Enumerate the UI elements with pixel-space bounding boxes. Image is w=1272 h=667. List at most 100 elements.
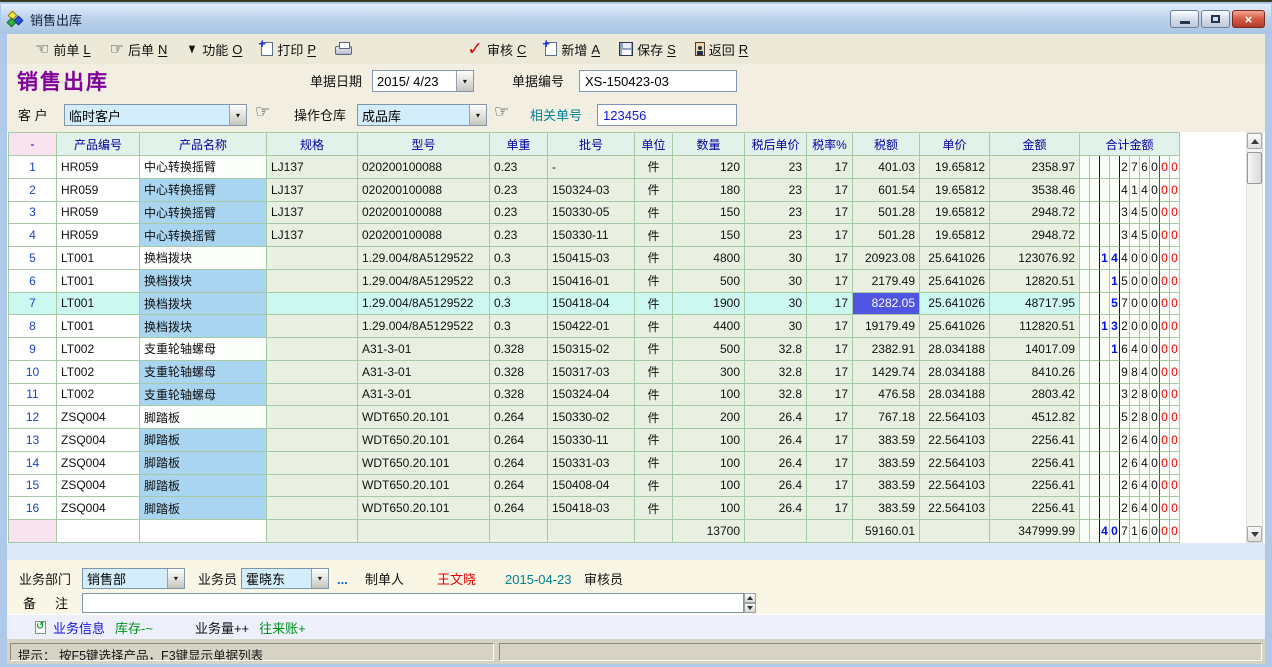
cell-code[interactable]: HR059 xyxy=(57,179,140,202)
cell-total-digit[interactable]: 0 xyxy=(1130,315,1140,338)
cell-total-digit[interactable] xyxy=(1100,338,1110,361)
cell-total-digit[interactable]: 9 xyxy=(1120,361,1130,384)
cell-batch[interactable]: 150331-03 xyxy=(548,452,635,475)
cell-total-digit[interactable]: 0 xyxy=(1170,429,1180,452)
cell-tax_rate[interactable]: 17 xyxy=(807,406,853,429)
cell-total-digit[interactable]: 0 xyxy=(1150,202,1160,225)
close-button[interactable]: × xyxy=(1232,10,1265,28)
cell-total-digit[interactable] xyxy=(1100,497,1110,520)
cell-total-digit[interactable]: 4 xyxy=(1140,475,1150,498)
cell-total-digit[interactable]: 0 xyxy=(1170,520,1180,543)
cell-total-digit[interactable]: 2 xyxy=(1130,384,1140,407)
cell-tax[interactable]: 383.59 xyxy=(853,497,920,520)
cell-total-digit[interactable] xyxy=(1090,224,1100,247)
cell-total-digit[interactable]: 0 xyxy=(1160,156,1170,179)
cell-unit[interactable]: 件 xyxy=(635,406,673,429)
cell-total-digit[interactable]: 0 xyxy=(1140,293,1150,316)
business-info-link[interactable]: 业务信息 xyxy=(53,618,105,637)
cell-total-digit[interactable] xyxy=(1110,156,1120,179)
column-header-code[interactable]: 产品编号 xyxy=(57,132,140,156)
cell-total-digit[interactable]: 0 xyxy=(1150,270,1160,293)
cell-total-digit[interactable]: 4 xyxy=(1120,247,1130,270)
cell-tax[interactable]: 1429.74 xyxy=(853,361,920,384)
cell-total-digit[interactable]: 4 xyxy=(1140,361,1150,384)
cell-unit[interactable]: 件 xyxy=(635,315,673,338)
stock-link[interactable]: 库存-~ xyxy=(115,618,153,637)
cell-batch[interactable]: - xyxy=(548,156,635,179)
cell-qty[interactable]: 4800 xyxy=(673,247,745,270)
toolbar-button-next[interactable]: 后单N xyxy=(110,39,168,59)
cell-tax_price[interactable]: 23 xyxy=(745,156,807,179)
column-header-tax_rate[interactable]: 税率% xyxy=(807,132,853,156)
cell-total-digit[interactable]: 1 xyxy=(1130,179,1140,202)
cell-amount[interactable]: 2256.41 xyxy=(990,497,1080,520)
cell-no[interactable]: 16 xyxy=(8,497,57,520)
cell-total-digit[interactable]: 4 xyxy=(1140,179,1150,202)
cell-total-digit[interactable] xyxy=(1090,361,1100,384)
cell-total-digit[interactable]: 0 xyxy=(1150,338,1160,361)
cell-total-digit[interactable]: 0 xyxy=(1160,270,1170,293)
cell-spec[interactable] xyxy=(267,338,358,361)
cell-total-digit[interactable]: 4 xyxy=(1140,497,1150,520)
cell-spec[interactable] xyxy=(267,247,358,270)
cell-amount[interactable]: 2948.72 xyxy=(990,202,1080,225)
cell-total-digit[interactable] xyxy=(1100,475,1110,498)
cell-total-digit[interactable] xyxy=(1080,156,1090,179)
cell-batch[interactable]: 150324-03 xyxy=(548,179,635,202)
cell-total-digit[interactable] xyxy=(1110,179,1120,202)
cell-model[interactable]: A31-3-01 xyxy=(358,384,490,407)
cell-amount[interactable]: 112820.51 xyxy=(990,315,1080,338)
cell-tax_rate[interactable]: 17 xyxy=(807,247,853,270)
cell-name[interactable]: 脚踏板 xyxy=(140,497,267,520)
cell-amount[interactable]: 12820.51 xyxy=(990,270,1080,293)
cell-total-digit[interactable] xyxy=(1100,361,1110,384)
cell-model[interactable]: 1.29.004/8A5129522 xyxy=(358,247,490,270)
cell-total-digit[interactable]: 0 xyxy=(1140,247,1150,270)
cell-total-digit[interactable]: 0 xyxy=(1170,315,1180,338)
cell-total-digit[interactable]: 0 xyxy=(1130,270,1140,293)
cell-total-digit[interactable] xyxy=(1100,224,1110,247)
cell-tax_price[interactable]: 32.8 xyxy=(745,338,807,361)
cell-spec[interactable] xyxy=(267,497,358,520)
cell-name[interactable]: 支重轮轴螺母 xyxy=(140,361,267,384)
cell-tax_price[interactable]: 26.4 xyxy=(745,429,807,452)
cell-price[interactable]: 28.034188 xyxy=(920,338,990,361)
cell-total-digit[interactable]: 0 xyxy=(1170,384,1180,407)
cell-tax_rate[interactable]: 17 xyxy=(807,202,853,225)
cell-tax_rate[interactable]: 17 xyxy=(807,338,853,361)
cell-total-digit[interactable]: 0 xyxy=(1170,475,1180,498)
cell-tax[interactable]: 19179.49 xyxy=(853,315,920,338)
warehouse-combo[interactable]: 成品库 xyxy=(357,104,487,126)
cell-weight[interactable]: 0.3 xyxy=(490,270,548,293)
cell-total-digit[interactable]: 0 xyxy=(1140,338,1150,361)
cell-total-digit[interactable]: 4 xyxy=(1130,338,1140,361)
cell-no[interactable]: 9 xyxy=(8,338,57,361)
cell-total-digit[interactable]: 0 xyxy=(1150,361,1160,384)
cell-model[interactable]: WDT650.20.101 xyxy=(358,497,490,520)
cell-qty[interactable]: 100 xyxy=(673,429,745,452)
cell-tax_rate[interactable]: 17 xyxy=(807,361,853,384)
cell-code[interactable]: ZSQ004 xyxy=(57,475,140,498)
cell-total-digit[interactable]: 0 xyxy=(1160,338,1170,361)
cell-code[interactable]: ZSQ004 xyxy=(57,406,140,429)
doc-no-input[interactable]: XS-150423-03 xyxy=(579,70,737,92)
cell-batch[interactable]: 150408-04 xyxy=(548,475,635,498)
cell-tax[interactable]: 401.03 xyxy=(853,156,920,179)
cell-name[interactable]: 中心转换摇臂 xyxy=(140,156,267,179)
customer-combo[interactable]: 临时客户 xyxy=(64,104,247,126)
cell-total-digit[interactable]: 5 xyxy=(1120,270,1130,293)
cell-total-digit[interactable] xyxy=(1090,406,1100,429)
cell-amount[interactable]: 14017.09 xyxy=(990,338,1080,361)
cell-tax_price[interactable]: 23 xyxy=(745,202,807,225)
cell-total-digit[interactable]: 6 xyxy=(1130,452,1140,475)
cell-qty[interactable]: 100 xyxy=(673,475,745,498)
cell-total-digit[interactable]: 0 xyxy=(1150,384,1160,407)
cell-tax_price[interactable]: 26.4 xyxy=(745,475,807,498)
cell-total-digit[interactable] xyxy=(1090,429,1100,452)
cell-amount[interactable]: 123076.92 xyxy=(990,247,1080,270)
cell-code[interactable]: LT002 xyxy=(57,338,140,361)
cell-tax_rate[interactable]: 17 xyxy=(807,293,853,316)
cell-batch[interactable]: 150416-01 xyxy=(548,270,635,293)
cell-weight[interactable]: 0.328 xyxy=(490,338,548,361)
cell-spec[interactable] xyxy=(267,429,358,452)
